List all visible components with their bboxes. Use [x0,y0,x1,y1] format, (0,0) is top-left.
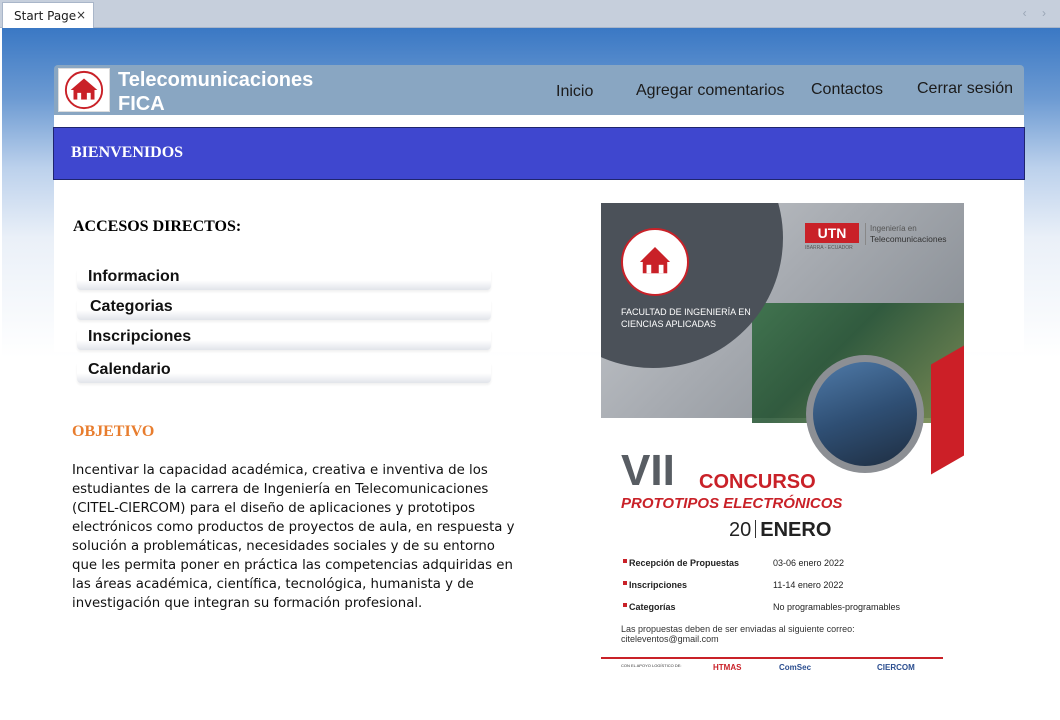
nav-cerrar-sesion-link[interactable]: Cerrar sesión [917,80,1013,98]
poster-row-label: Categorías [629,602,676,612]
link-inscripciones-label: Inscripciones [88,328,192,345]
poster-program-line1: Ingeniería en [870,224,917,233]
poster-sponsor-comsec: ComSec [779,663,812,672]
poster-row-categorias: Categorías No programables-programables [623,602,900,612]
poster-footer-text: CON EL APOYO LOGÍSTICO DE: [621,663,682,668]
link-informacion[interactable]: Informacion [77,268,491,290]
accesos-directos-heading: ACCESOS DIRECTOS: [73,218,242,235]
utn-logo [58,68,110,112]
poster-sponsor-ciercom: CIERCOM [877,663,915,672]
tab-title: Start Page [14,8,77,23]
close-icon[interactable]: × [76,8,86,22]
poster-program-name: Ingeniería en Telecomunicaciones [865,223,947,245]
link-informacion-label: Informacion [88,268,180,285]
nav-contactos-link[interactable]: Contactos [811,81,883,99]
poster-date: 20 ENERO [729,518,831,542]
site-title: Telecomunicaciones FICA [118,68,358,116]
poster-program-line2: Telecomunicaciones [870,234,947,244]
site-header: Telecomunicaciones FICA Inicio Agregar c… [54,65,1024,115]
poster-row-recepcion: Recepción de Propuestas 03-06 enero 2022 [623,558,844,568]
link-categorias-label: Categorias [90,298,173,315]
poster-utn-logo: UTN [805,223,859,243]
objetivo-paragraph: Incentivar la capacidad académica, creat… [72,463,515,611]
poster-red-accent [931,341,964,475]
poster-row-value: No programables-programables [773,602,901,612]
link-calendario-label: Calendario [88,361,171,378]
tab-strip: Start Page × ‹ › [0,0,1060,28]
poster-utn-subtitle: IBARRA - ECUADOR [805,245,853,251]
poster-row-label: Inscripciones [629,580,688,590]
poster-row-value: 03-06 enero 2022 [773,558,845,568]
poster-concurso: CONCURSO [699,471,816,493]
objetivo-heading: OBJETIVO [72,423,155,440]
poster-row-label: Recepción de Propuestas [629,558,740,568]
contest-poster: UTN IBARRA - ECUADOR Ingeniería en Telec… [601,203,964,690]
nav-agregar-comentarios-link[interactable]: Agregar comentarios [636,82,785,100]
tab-scroll-arrows-icon[interactable]: ‹ › [1023,6,1052,20]
poster-sponsor-htmas: HTMAS [713,663,742,672]
tab-start-page[interactable]: Start Page × [2,2,94,28]
poster-date-month: ENERO [760,519,832,541]
site-title-line2: FICA [118,93,165,115]
welcome-banner: BIENVENIDOS [53,127,1025,180]
poster-divider [601,657,943,659]
poster-edition: VII [621,446,675,495]
poster-row-inscripciones: Inscripciones 11-14 enero 2022 [623,580,843,590]
poster-prototipos: PROTOTIPOS ELECTRÓNICOS [621,495,843,512]
site-title-line1: Telecomunicaciones [118,69,314,91]
poster-row-value: 11-14 enero 2022 [773,580,844,590]
poster-students-photo [813,362,917,466]
link-inscripciones[interactable]: Inscripciones [77,328,491,350]
poster-date-day: 20 [729,519,752,541]
welcome-title: BIENVENIDOS [71,144,184,161]
poster-university-seal [621,228,689,296]
nav-inicio-link[interactable]: Inicio [556,83,593,101]
link-categorias[interactable]: Categorias [77,298,491,320]
poster-faculty: FACULTAD DE INGENIERÍA EN CIENCIAS APLIC… [621,307,751,329]
poster-email-note: Las propuestas deben de ser enviadas al … [621,624,855,644]
link-calendario[interactable]: Calendario [77,361,491,383]
